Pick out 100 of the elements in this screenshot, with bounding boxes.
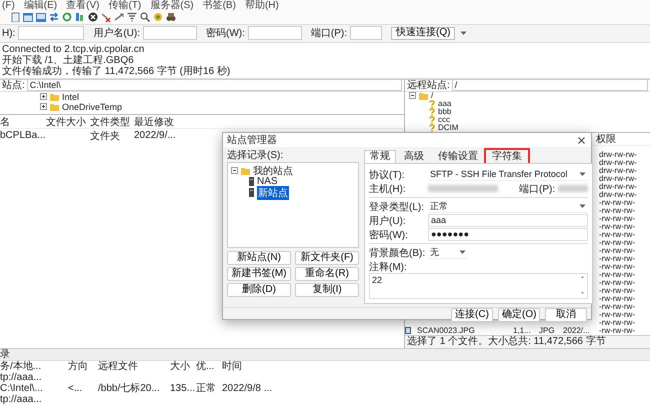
menu-item[interactable]: 传输(T) (108, 0, 142, 11)
input-field[interactable]: aaa (428, 214, 588, 227)
expand-icon[interactable] (40, 93, 47, 100)
tree-item[interactable]: DCIM (438, 124, 458, 132)
tree-item[interactable]: / (431, 92, 434, 100)
collapse-icon[interactable] (409, 92, 416, 100)
table-cell-text: 1,1... (513, 326, 532, 335)
dialog-button[interactable]: 新站点(N) (227, 251, 291, 265)
table-cell-text: drw-rw-rw- (599, 158, 638, 167)
window-icon[interactable] (23, 12, 33, 22)
column-header[interactable]: 方向 (68, 360, 98, 372)
menu-item[interactable]: (F) (2, 0, 15, 11)
tab[interactable]: 常规 (364, 150, 396, 163)
column-header[interactable]: 名 (0, 114, 46, 129)
dialog-button[interactable]: 重命名(R) (295, 267, 359, 281)
table-cell-text: JPG (539, 326, 556, 335)
tree-item[interactable]: 新站点 (257, 186, 289, 200)
server-icon (249, 177, 254, 186)
tree-item[interactable]: Intel (62, 92, 80, 102)
field-label: 协议(T): (369, 168, 406, 182)
table-cell-text: -rw-rw-rw- (599, 278, 636, 287)
dialog-button[interactable]: 连接(C) (451, 308, 493, 322)
tab-label[interactable]: 录 (0, 348, 650, 361)
tree-item[interactable]: 我的站点 (253, 164, 293, 178)
quickconnect-button[interactable]: 快速连接(Q) (391, 26, 456, 40)
username-field[interactable] (143, 26, 198, 40)
text-area[interactable]: 22 (369, 273, 588, 299)
menu-item[interactable]: 帮助(H) (244, 0, 279, 11)
tree-item[interactable]: NAS (257, 176, 278, 187)
table-cell-text: 2022/9/... (134, 130, 177, 142)
table-cell-text: -rw-rw-rw- (599, 270, 636, 279)
tree-item[interactable]: ccc (438, 116, 450, 124)
password-field[interactable] (248, 26, 302, 40)
stop-icon[interactable] (88, 12, 98, 22)
dialog-button[interactable]: 新文件夹(F) (295, 251, 359, 265)
port-field[interactable] (350, 26, 382, 40)
table-cell-text: drw-rw-rw- (599, 174, 638, 183)
table-cell-text: C:\Intel\... (0, 382, 44, 394)
dropdown[interactable]: SFTP - SSH File Transfer Protocol (428, 168, 588, 180)
filter-icon[interactable] (127, 12, 137, 22)
field-label: 登录类型(L): (369, 200, 425, 214)
binoculars-icon[interactable] (166, 12, 176, 22)
folder-icon (241, 166, 250, 174)
field-label: 端口(P): (310, 28, 348, 39)
menu-item[interactable]: 服务器(S) (150, 0, 194, 11)
table-cell-text: drw-rw-rw- (599, 166, 638, 175)
path-field[interactable]: / (452, 80, 648, 92)
refresh-icon[interactable] (62, 12, 72, 22)
field-label: 背景颜色(B): (369, 246, 425, 260)
column-header[interactable]: 务/本地... (0, 360, 68, 372)
dialog-button[interactable]: 新建书签(M) (227, 267, 291, 281)
column-header[interactable]: 文件类型 (90, 114, 134, 129)
search-icon[interactable] (140, 12, 150, 22)
table-cell-text: 文件夹 (90, 130, 121, 143)
dialog-button[interactable]: 确定(O) (498, 308, 540, 322)
column-header[interactable]: 文件大小 (46, 114, 90, 129)
column-header[interactable]: 大小 (170, 360, 196, 372)
dialog-button[interactable]: 取消 (545, 308, 587, 322)
tree-item[interactable]: OneDriveTemp (62, 102, 122, 112)
dropdown[interactable]: 无 (428, 246, 468, 258)
collapse-icon[interactable] (231, 167, 238, 174)
field-label: H): (2, 28, 16, 39)
caret-icon (579, 172, 586, 176)
path-field[interactable]: C:\Intel\ (26, 80, 402, 92)
table-cell-text: SCAN0023.JPG (417, 326, 476, 335)
table-cell-text: -rw-rw-rw- (599, 238, 636, 247)
document-icon[interactable] (10, 12, 20, 22)
field-label: 注释(M): (369, 260, 408, 272)
dropdown[interactable]: 正常 (428, 200, 588, 212)
window-icon[interactable] (36, 12, 46, 22)
column-header[interactable]: 远程文件 (98, 360, 170, 372)
tree-item[interactable]: aaa (438, 100, 452, 108)
field-label: 用户名(U): (93, 28, 140, 39)
log-line: 开始下载 /1、土建工程.GBQ6 (2, 54, 135, 66)
table-cell-text: -rw-rw-rw- (599, 222, 636, 231)
expand-icon[interactable] (40, 103, 47, 110)
column-header[interactable]: 优... (196, 360, 222, 372)
dialog-button[interactable]: 删除(D) (227, 283, 291, 297)
menu-item[interactable]: 书签(B) (202, 0, 236, 11)
table-cell-text: -rw-rw-rw- (599, 302, 636, 311)
menu-item[interactable]: 编辑(E) (24, 0, 58, 11)
tab[interactable]: 高级 (398, 150, 430, 163)
table-cell-text: -rw-rw-rw- (599, 246, 636, 255)
site-label: 站点: (2, 80, 25, 92)
menu-item[interactable]: 查看(V) (66, 0, 100, 11)
site-label: 远程站点: (407, 80, 450, 92)
tab[interactable]: 字符集 (486, 150, 528, 163)
column-header[interactable]: 时间 (222, 360, 312, 372)
column-header[interactable]: 最近修改 (134, 114, 194, 129)
table-cell: 135... (170, 382, 196, 394)
transfer-arrows-icon[interactable] (49, 12, 59, 22)
caret-icon (459, 250, 466, 254)
dialog-button[interactable]: 复制(I) (295, 283, 359, 297)
disconnect-icon[interactable] (101, 12, 111, 22)
tab[interactable]: 传输设置 (432, 150, 484, 163)
tree-item[interactable]: bbb (438, 108, 452, 116)
host-field[interactable] (18, 26, 84, 40)
column-header[interactable]: 权限 (596, 132, 648, 146)
input-field[interactable]: ●●●●●●● (428, 228, 588, 241)
table-cell-text: -rw-rw-rw- (599, 214, 636, 223)
